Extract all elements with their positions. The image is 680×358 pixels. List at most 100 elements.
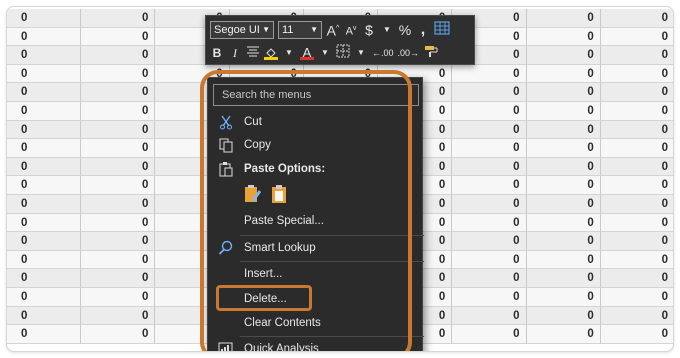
grid-cell[interactable]: 0 <box>452 139 527 158</box>
grid-cell[interactable]: 0 <box>81 195 156 214</box>
grid-cell[interactable]: 0 <box>526 157 601 177</box>
grid-cell[interactable]: 0 <box>81 269 156 288</box>
fill-color-icon[interactable] <box>264 47 278 60</box>
grid-cell[interactable]: 0 <box>7 27 82 47</box>
grid-cell[interactable]: 0 <box>526 120 601 140</box>
grid-cell[interactable]: 0 <box>452 176 527 195</box>
accounting-format-button[interactable]: $ <box>362 21 376 39</box>
grid-cell[interactable]: 0 <box>81 250 156 270</box>
menu-item-paste-special[interactable]: Paste Special... <box>208 210 424 232</box>
grid-cell[interactable]: 0 <box>7 250 82 270</box>
grid-cell[interactable]: 0 <box>81 139 156 158</box>
grid-cell[interactable]: 0 <box>526 232 601 251</box>
grid-cell[interactable]: 0 <box>81 83 156 102</box>
grid-cell[interactable]: 0 <box>7 232 82 251</box>
grid-cell[interactable]: 0 <box>81 288 156 307</box>
grid-cell[interactable]: 0 <box>7 64 82 84</box>
grid-cell[interactable]: 0 <box>526 46 601 65</box>
grid-cell[interactable]: 0 <box>600 195 673 214</box>
decrease-decimal-button[interactable]: .00→ <box>398 44 420 62</box>
decrease-font-size-button[interactable]: Av <box>344 20 358 41</box>
grid-cell[interactable]: 0 <box>7 139 82 158</box>
align-center-icon[interactable] <box>246 44 260 62</box>
grid-cell[interactable]: 0 <box>600 288 673 307</box>
grid-cell[interactable]: 0 <box>600 28 673 47</box>
grid-cell[interactable]: 0 <box>7 46 82 65</box>
grid-cell[interactable]: 0 <box>81 64 156 84</box>
grid-cell[interactable]: 0 <box>600 83 673 102</box>
font-size-select[interactable]: 11 ▼ <box>278 21 322 39</box>
menu-item-cut[interactable]: Cut <box>208 111 424 133</box>
grid-cell[interactable]: 0 <box>7 213 82 233</box>
grid-cell[interactable]: 0 <box>452 213 527 233</box>
grid-cell[interactable]: 0 <box>452 232 527 251</box>
grid-cell[interactable]: 0 <box>7 288 82 307</box>
grid-cell[interactable]: 0 <box>452 64 527 84</box>
font-name-select[interactable]: Segoe UI ▼ <box>210 21 274 39</box>
grid-cell[interactable]: 0 <box>600 251 673 270</box>
grid-cell[interactable]: 0 <box>526 102 601 121</box>
paste-formatting-icon[interactable] <box>244 184 262 204</box>
grid-cell[interactable]: 0 <box>452 83 527 102</box>
grid-cell[interactable]: 0 <box>7 102 82 121</box>
grid-cell[interactable]: 0 <box>600 176 673 195</box>
format-table-icon[interactable] <box>434 20 450 40</box>
menu-item-insert[interactable]: Insert... <box>208 263 424 285</box>
grid-cell[interactable]: 0 <box>452 195 527 214</box>
chevron-down-icon[interactable]: ▼ <box>380 21 394 39</box>
grid-cell[interactable]: 0 <box>81 325 156 344</box>
grid-cell[interactable]: 0 <box>81 102 156 121</box>
grid-cell[interactable]: 0 <box>81 232 156 251</box>
paste-icon[interactable] <box>270 184 288 204</box>
comma-style-button[interactable]: , <box>416 21 430 39</box>
grid-cell[interactable]: 0 <box>526 9 601 28</box>
format-painter-icon[interactable] <box>423 44 439 63</box>
grid-cell[interactable]: 0 <box>452 157 527 177</box>
grid-cell[interactable]: 0 <box>600 307 673 326</box>
grid-cell[interactable]: 0 <box>526 250 601 270</box>
grid-cell[interactable]: 0 <box>7 157 82 177</box>
search-menus-input[interactable]: Search the menus <box>213 84 419 106</box>
grid-cell[interactable]: 0 <box>600 232 673 251</box>
bold-button[interactable]: B <box>210 44 224 62</box>
grid-cell[interactable]: 0 <box>7 269 82 288</box>
grid-cell[interactable]: 0 <box>600 139 673 158</box>
grid-cell[interactable]: 0 <box>526 176 601 195</box>
grid-cell[interactable]: 0 <box>600 214 673 233</box>
chevron-down-icon[interactable]: ▼ <box>318 44 332 62</box>
grid-cell[interactable]: 0 <box>7 120 82 140</box>
grid-cell[interactable]: 0 <box>7 176 82 195</box>
grid-cell[interactable]: 0 <box>452 306 527 326</box>
grid-cell[interactable]: 0 <box>7 306 82 326</box>
grid-cell[interactable]: 0 <box>81 306 156 326</box>
grid-cell[interactable]: 0 <box>526 195 601 214</box>
menu-item-quick-analysis[interactable]: Quick Analysis <box>208 338 424 351</box>
grid-cell[interactable]: 0 <box>81 27 156 47</box>
font-color-button[interactable]: A <box>300 46 314 60</box>
grid-cell[interactable]: 0 <box>526 213 601 233</box>
grid-cell[interactable]: 0 <box>81 176 156 195</box>
grid-cell[interactable]: 0 <box>452 102 527 121</box>
grid-cell[interactable]: 0 <box>600 325 673 344</box>
grid-cell[interactable]: 0 <box>526 325 601 344</box>
grid-cell[interactable]: 0 <box>81 46 156 65</box>
menu-item-delete[interactable]: Delete... <box>208 288 424 310</box>
grid-cell[interactable]: 0 <box>81 213 156 233</box>
grid-cell[interactable]: 0 <box>600 65 673 84</box>
grid-cell[interactable]: 0 <box>600 9 673 28</box>
grid-cell[interactable]: 0 <box>81 157 156 177</box>
grid-cell[interactable]: 0 <box>452 325 527 344</box>
grid-cell[interactable]: 0 <box>526 269 601 288</box>
percent-style-button[interactable]: % <box>398 21 412 39</box>
grid-cell[interactable]: 0 <box>600 102 673 121</box>
grid-cell[interactable]: 0 <box>600 46 673 65</box>
grid-cell[interactable]: 0 <box>7 325 82 344</box>
grid-cell[interactable]: 0 <box>526 64 601 84</box>
borders-icon[interactable] <box>336 44 350 63</box>
grid-cell[interactable]: 0 <box>526 27 601 47</box>
grid-cell[interactable]: 0 <box>81 120 156 140</box>
grid-cell[interactable]: 0 <box>452 120 527 140</box>
grid-cell[interactable]: 0 <box>526 288 601 307</box>
grid-cell[interactable]: 0 <box>526 83 601 102</box>
grid-cell[interactable]: 0 <box>526 306 601 326</box>
